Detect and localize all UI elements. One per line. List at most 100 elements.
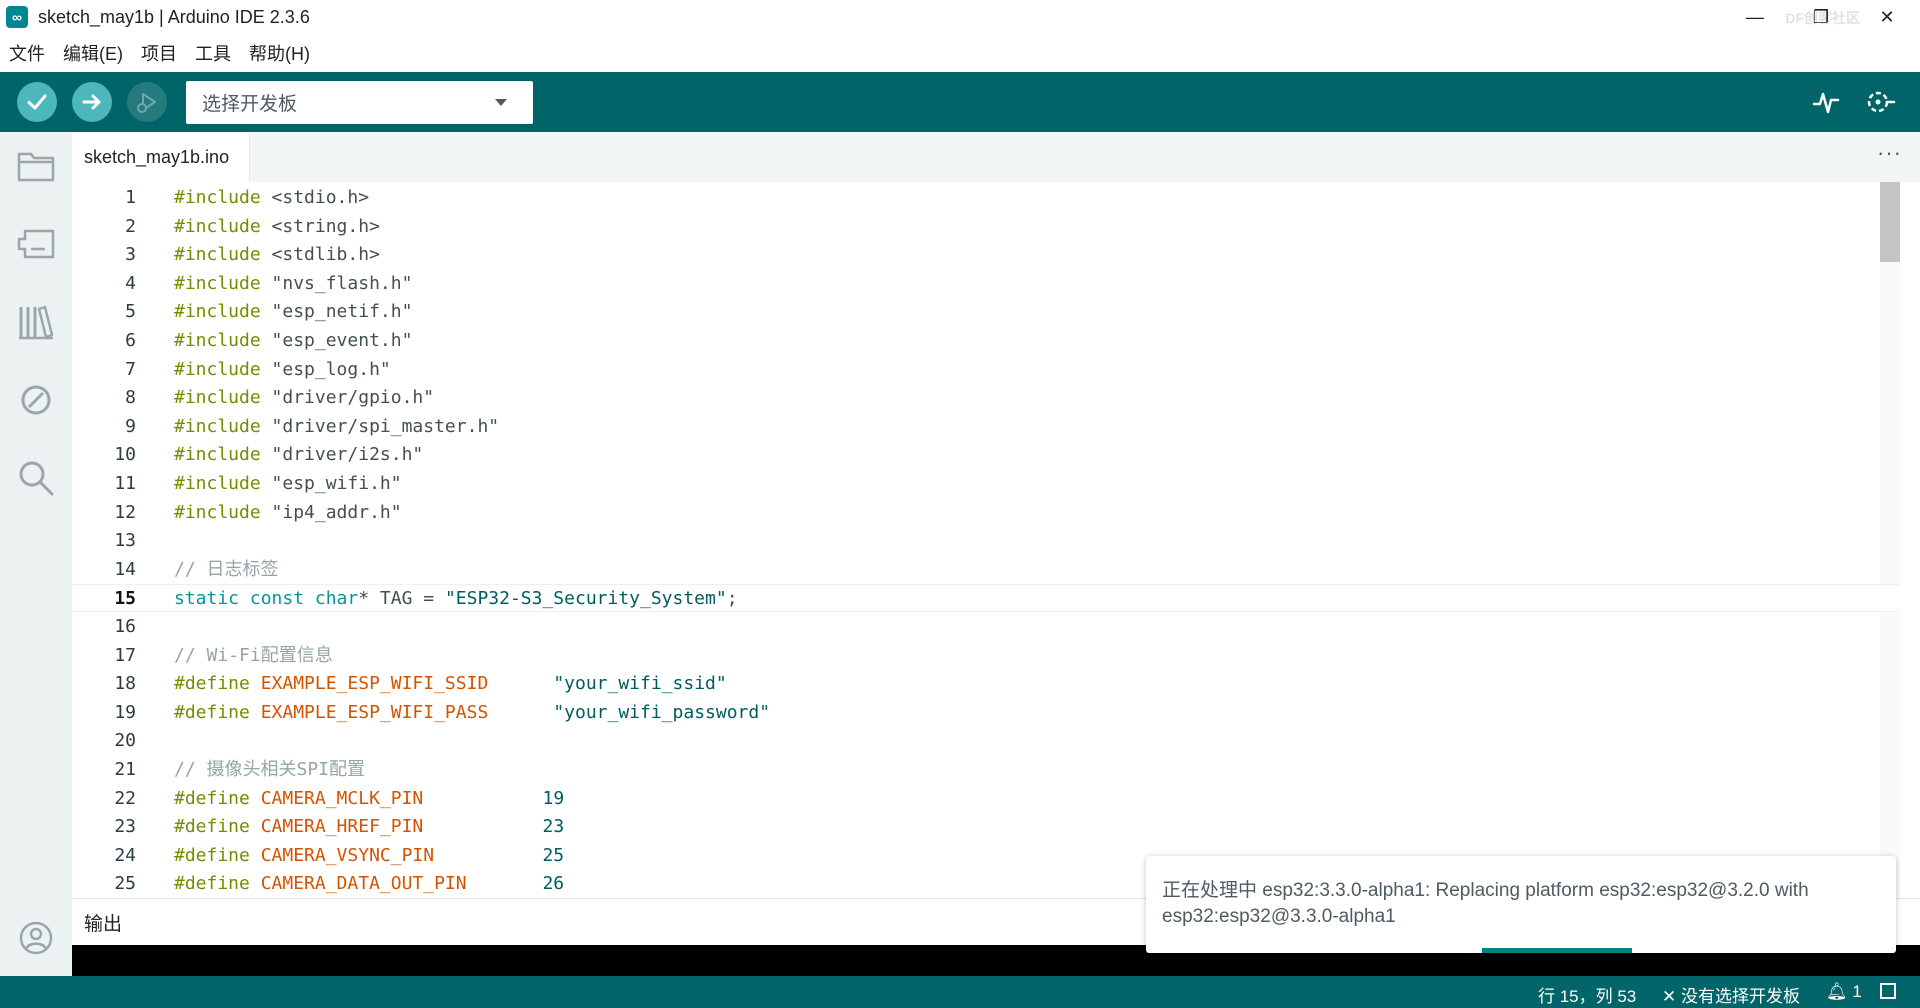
code-token: <string.h>	[260, 215, 380, 237]
debug-play-icon	[137, 93, 156, 113]
line-number: 24	[114, 844, 136, 866]
verify-button[interactable]	[17, 82, 57, 122]
code-token: "esp_netif.h"	[260, 301, 413, 323]
line-number: 7	[125, 358, 136, 380]
code-editor[interactable]: 1 #include <stdio.h> 2 #include <string.h> 3…	[72, 182, 1900, 898]
board-selector-label: 选择开发板	[202, 94, 298, 115]
code-token: 26	[542, 873, 565, 895]
code-token: #define	[174, 844, 250, 866]
code-line[interactable]: 18 #define EXAMPLE_ESP_WIFI_SSID "your_wi…	[72, 670, 1900, 698]
code-token: CAMERA_VSYNC_PIN	[260, 844, 435, 866]
code-line[interactable]: 21 // 摄像头相关SPI配置	[72, 756, 1900, 784]
code-token: #include	[174, 301, 261, 323]
code-text: static const char* TAG = "ESP32-S3_Secur…	[174, 585, 738, 613]
code-line[interactable]: 3 #include <stdlib.h>	[72, 241, 1900, 269]
sketchbook-folder-icon[interactable]	[16, 146, 56, 186]
menu-help[interactable]: 帮助(H)	[240, 40, 319, 66]
close-button[interactable]: ✕	[1854, 0, 1920, 34]
tab-sketch-file[interactable]: sketch_may1b.ino	[72, 132, 250, 182]
code-line[interactable]: 12 #include "ip4_addr.h"	[72, 499, 1900, 527]
code-line[interactable]: 15 static const char* TAG = "ESP32-S3_Sec…	[72, 584, 1900, 613]
line-number: 10	[114, 444, 136, 466]
notification-count: 1	[1852, 982, 1862, 1001]
code-line[interactable]: 9 #include "driver/spi_master.h"	[72, 413, 1900, 441]
serial-monitor-button[interactable]	[1864, 86, 1896, 118]
line-number: 8	[125, 387, 136, 409]
boards-manager-icon[interactable]	[16, 224, 56, 264]
code-token: CAMERA_MCLK_PIN	[260, 787, 424, 809]
restore-button[interactable]: ❐	[1788, 0, 1854, 34]
library-manager-icon[interactable]	[16, 302, 56, 342]
line-number: 20	[114, 730, 136, 752]
title-bar: ∞ sketch_may1b | Arduino IDE 2.3.6 DF创客社…	[0, 0, 1920, 34]
code-text: // 日志标签	[174, 556, 279, 584]
code-line[interactable]: 6 #include "esp_event.h"	[72, 327, 1900, 355]
code-token: "esp_wifi.h"	[260, 473, 402, 494]
code-token: #define	[174, 873, 250, 895]
code-line[interactable]: 17 // Wi-Fi配置信息	[72, 642, 1900, 670]
line-number: 5	[125, 301, 136, 323]
code-line[interactable]: 19 #define EXAMPLE_ESP_WIFI_PASS "your_wi…	[72, 699, 1900, 727]
code-line[interactable]: 1 #include <stdio.h>	[72, 184, 1900, 212]
code-token: // 日志标签	[174, 558, 279, 580]
code-token: <stdio.h>	[260, 187, 370, 208]
code-text: #include "driver/gpio.h"	[174, 384, 434, 412]
serial-plotter-button[interactable]	[1810, 86, 1842, 118]
code-text: #include "esp_event.h"	[174, 327, 412, 355]
code-line[interactable]: 22 #define CAMERA_MCLK_PIN 19	[72, 785, 1900, 813]
line-number: 3	[125, 244, 136, 266]
code-text: #define CAMERA_VSYNC_PIN 25	[174, 842, 564, 870]
menu-sketch[interactable]: 项目	[132, 40, 186, 66]
board-status[interactable]: ✕ 没有选择开发板	[1662, 982, 1800, 1007]
notification-indicator[interactable]: 🔔︎ 1	[1826, 982, 1862, 1002]
status-bar: 行 15，列 53 ✕ 没有选择开发板 🔔︎ 1	[0, 976, 1920, 1008]
board-selector[interactable]: 选择开发板	[186, 81, 533, 124]
code-line[interactable]: 5 #include "esp_netif.h"	[72, 298, 1900, 326]
upload-button[interactable]	[72, 82, 112, 122]
window-title: sketch_may1b | Arduino IDE 2.3.6	[38, 6, 310, 27]
line-number: 22	[114, 787, 136, 809]
line-number: 15	[114, 588, 136, 610]
menu-edit[interactable]: 编辑(E)	[54, 40, 132, 66]
code-line[interactable]: 2 #include <string.h>	[72, 213, 1900, 241]
code-line[interactable]: 16	[72, 613, 1900, 641]
code-text: #include <stdio.h>	[174, 184, 369, 212]
code-line[interactable]: 10 #include "driver/i2s.h"	[72, 441, 1900, 469]
code-line[interactable]: 20	[72, 727, 1900, 755]
line-number: 4	[125, 272, 136, 294]
code-token: #include	[174, 444, 261, 466]
line-number: 6	[125, 330, 136, 351]
toggle-panel-icon[interactable]	[1880, 983, 1896, 999]
code-text: #include "driver/i2s.h"	[174, 441, 423, 469]
code-line[interactable]: 13	[72, 527, 1900, 555]
cursor-position[interactable]: 行 15，列 53	[1538, 982, 1636, 1007]
code-line[interactable]: 11 #include "esp_wifi.h"	[72, 470, 1900, 498]
profile-avatar-icon[interactable]	[16, 918, 56, 958]
search-icon[interactable]	[16, 458, 56, 498]
arduino-logo-icon: ∞	[6, 6, 28, 28]
more-options-button[interactable]: ···	[1877, 140, 1902, 166]
code-line[interactable]: 8 #include "driver/gpio.h"	[72, 384, 1900, 412]
code-line[interactable]: 7 #include "esp_log.h"	[72, 356, 1900, 384]
line-number: 12	[114, 501, 136, 523]
debug-no-entry-icon[interactable]	[16, 380, 56, 420]
menu-file[interactable]: 文件	[0, 40, 54, 66]
code-line[interactable]: 23 #define CAMERA_HREF_PIN 23	[72, 813, 1900, 841]
code-line[interactable]: 4 #include "nvs_flash.h"	[72, 270, 1900, 298]
code-text: #include "nvs_flash.h"	[174, 270, 412, 298]
code-line[interactable]: 14 // 日志标签	[72, 556, 1900, 584]
code-text: // 摄像头相关SPI配置	[174, 756, 365, 784]
debug-button[interactable]	[127, 82, 167, 122]
minimize-button[interactable]: —	[1722, 0, 1788, 34]
toolbar: 选择开发板	[0, 72, 1920, 132]
editor-tab-bar: sketch_may1b.ino ···	[72, 132, 1920, 182]
output-panel-title: 输出	[84, 913, 123, 935]
plotter-wave-icon	[1812, 92, 1840, 114]
code-text: #define CAMERA_DATA_OUT_PIN 26	[174, 870, 564, 898]
left-sidebar	[0, 132, 72, 976]
line-number: 23	[114, 816, 136, 838]
menu-tools[interactable]: 工具	[186, 40, 240, 66]
progress-notification: 正在处理中 esp32:3.3.0-alpha1: Replacing plat…	[1146, 856, 1896, 953]
